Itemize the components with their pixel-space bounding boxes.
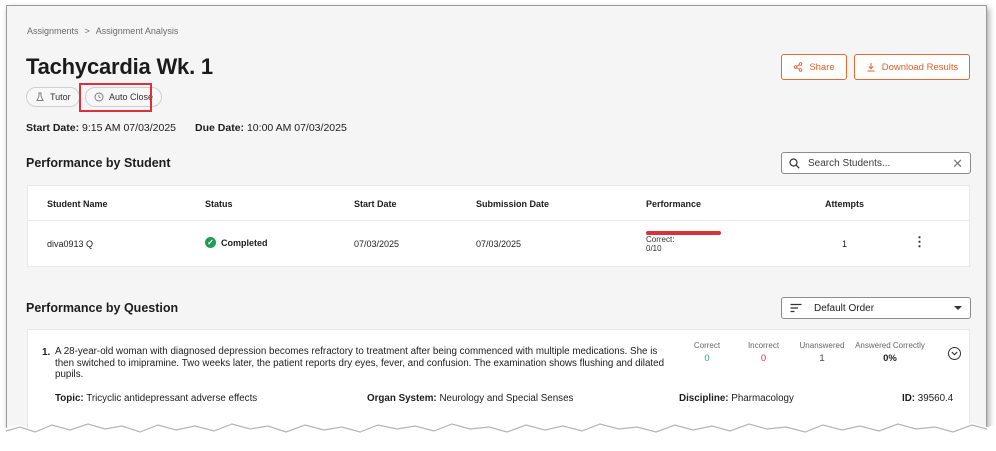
torn-paper-edge (0, 422, 996, 451)
breadcrumb: Assignments > Assignment Analysis (27, 26, 178, 36)
stat-correct: Correct 0 (693, 341, 721, 364)
tutor-chip: Tutor (26, 87, 80, 107)
column-header-status[interactable]: Status (205, 199, 233, 209)
tutor-chip-label: Tutor (50, 92, 71, 102)
question-number: 1. (42, 347, 51, 358)
question-id: ID: 39560.4 (902, 393, 954, 404)
stat-incorrect: Incorrect 0 (747, 341, 780, 364)
download-results-button[interactable]: Download Results (854, 54, 970, 80)
column-header-start-date[interactable]: Start Date (354, 199, 397, 209)
search-placeholder: Search Students... (808, 157, 891, 169)
table-row[interactable]: diva0913 Q ✓ Completed 07/03/2025 07/03/… (28, 221, 969, 267)
performance-by-question-heading: Performance by Question (26, 301, 179, 315)
clear-search-icon[interactable]: ✕ (952, 157, 963, 170)
app-window: Assignments > Assignment Analysis Tachyc… (6, 5, 987, 431)
page-title: Tachycardia Wk. 1 (26, 54, 213, 79)
breadcrumb-assignments-link[interactable]: Assignments (27, 26, 79, 36)
performance-by-student-heading: Performance by Student (26, 156, 171, 170)
column-header-submission-date[interactable]: Submission Date (476, 199, 549, 209)
annotation-highlight-box (79, 83, 152, 112)
status-label: Completed (221, 237, 268, 248)
stat-answered-correctly: Answered Correctly 0% (855, 341, 925, 364)
attempts-cell: 1 (842, 239, 848, 249)
sort-icon (790, 303, 802, 313)
student-performance-table: Student Name Status Start Date Submissio… (27, 185, 970, 267)
breadcrumb-separator: > (84, 26, 90, 36)
chevron-down-icon (954, 306, 962, 310)
sort-order-select[interactable]: Default Order (781, 297, 971, 319)
student-name-cell: diva0913 Q (47, 239, 94, 249)
assignment-dates: Start Date: 9:15 AM 07/03/2025 Due Date:… (26, 122, 347, 134)
breadcrumb-current: Assignment Analysis (95, 26, 179, 36)
start-date-cell: 07/03/2025 (354, 239, 400, 249)
share-button[interactable]: Share (781, 54, 847, 80)
start-date: Start Date: 9:15 AM 07/03/2025 (26, 122, 177, 134)
status-cell: ✓ Completed (205, 237, 268, 248)
expand-chevron-icon[interactable] (948, 347, 961, 360)
column-header-attempts[interactable]: Attempts (825, 199, 864, 209)
search-students-input[interactable]: Search Students... ✕ (781, 152, 971, 174)
flask-icon (36, 92, 44, 101)
column-header-performance[interactable]: Performance (646, 199, 701, 209)
column-header-student-name[interactable]: Student Name (47, 199, 108, 209)
question-text: A 28-year-old woman with diagnosed depre… (55, 346, 665, 380)
submission-date-cell: 07/03/2025 (476, 239, 522, 249)
stat-unanswered: Unanswered 1 (799, 341, 845, 364)
question-discipline: Discipline: Pharmacology (679, 393, 794, 404)
check-circle-icon: ✓ (205, 237, 216, 248)
search-icon (789, 157, 800, 169)
due-date: Due Date: 10:00 AM 07/03/2025 (195, 122, 347, 134)
question-topic: Topic: Tricyclic antidepressant adverse … (55, 393, 258, 404)
question-organ-system: Organ System: Neurology and Special Sens… (367, 393, 574, 404)
download-icon (867, 63, 875, 72)
download-button-label: Download Results (881, 61, 959, 73)
table-header: Student Name Status Start Date Submissio… (28, 186, 969, 221)
performance-text: Correct: 0/10 (646, 235, 675, 253)
sort-order-value: Default Order (814, 302, 875, 314)
more-options-icon[interactable]: ⋮ (913, 234, 926, 250)
share-button-label: Share (809, 61, 835, 73)
share-icon (794, 62, 803, 72)
